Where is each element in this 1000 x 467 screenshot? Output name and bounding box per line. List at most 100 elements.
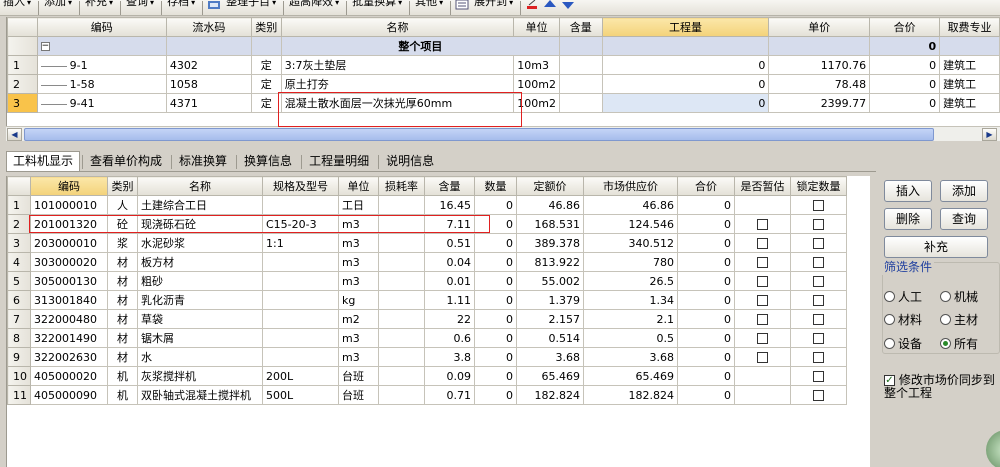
top-header-unit[interactable]: 单位 — [513, 17, 560, 37]
supplement-button[interactable]: 补充 — [884, 236, 988, 258]
row-number[interactable]: 3 — [7, 233, 31, 253]
total-cell[interactable]: 0 — [677, 271, 735, 291]
bottom-header-quota[interactable]: 定额价 — [516, 176, 584, 196]
qty-cell[interactable]: 0 — [474, 309, 517, 329]
code-cell[interactable]: 313001840 — [30, 290, 108, 310]
row-number[interactable]: 2 — [7, 74, 38, 94]
type-cell[interactable]: 机 — [107, 366, 138, 386]
qty-cell[interactable]: 0 — [474, 195, 517, 215]
quota-price-cell[interactable]: 1.379 — [516, 290, 584, 310]
total-cell[interactable]: 0 — [677, 347, 735, 367]
table-row[interactable]: 5 305000130 材粗砂 m3 0.01 0 55.002 26.5 0 — [7, 271, 847, 291]
toolbar-item-7[interactable]: 批量换算 ▾ — [349, 0, 407, 15]
top-table-row[interactable]: 2 1-58 1058 定原土打夯 100m2 0 78.48 0 建筑工 — [7, 74, 1000, 94]
name-cell[interactable]: 水泥砂浆 — [137, 233, 263, 253]
row-number[interactable]: 8 — [7, 328, 31, 348]
price-cell[interactable]: 1170.76 — [768, 55, 871, 75]
estimate-cell[interactable] — [734, 271, 791, 291]
scroll-right-icon[interactable]: ▶ — [982, 128, 997, 141]
collapse-toggle-icon[interactable]: − — [40, 42, 50, 51]
estimate-cell[interactable] — [734, 233, 791, 253]
bottom-header-name[interactable]: 名称 — [137, 176, 263, 196]
estimate-cell[interactable] — [734, 195, 791, 215]
qty-cell[interactable]: 0 — [474, 290, 517, 310]
sync-checkbox[interactable]: ✓ — [884, 375, 895, 386]
tab-1[interactable]: 查看单价构成 — [83, 151, 169, 171]
content-cell[interactable]: 16.45 — [424, 195, 475, 215]
delete-button[interactable]: 删除 — [884, 208, 932, 230]
content-cell[interactable] — [558, 74, 603, 94]
radio-icon[interactable] — [884, 338, 895, 349]
row-number[interactable]: 9 — [7, 347, 31, 367]
table-row[interactable]: 8 322001490 材锯木屑 m3 0.6 0 0.514 0.5 0 — [7, 328, 847, 348]
row-number[interactable]: 10 — [7, 366, 31, 386]
content-cell[interactable]: 0.09 — [424, 366, 475, 386]
quota-price-cell[interactable]: 168.531 — [516, 214, 584, 234]
loss-cell[interactable] — [378, 271, 425, 291]
unit-cell[interactable]: 台班 — [338, 366, 379, 386]
top-header-content[interactable]: 含量 — [558, 17, 603, 37]
total-cell[interactable]: 0 — [677, 214, 735, 234]
code-cell[interactable]: 9-41 — [36, 93, 167, 113]
price-cell[interactable]: 2399.77 — [768, 93, 871, 113]
unit-cell[interactable]: 工日 — [338, 195, 379, 215]
toolbar-item-4[interactable]: 存档 ▾ — [164, 0, 200, 15]
scroll-left-icon[interactable]: ◀ — [7, 128, 22, 141]
loss-cell[interactable] — [378, 328, 425, 348]
table-row[interactable]: 10 405000020 机灰浆搅拌机 200L 台班 0.09 0 65.469 65.469… — [7, 366, 847, 386]
estimate-cell[interactable] — [734, 290, 791, 310]
name-cell[interactable]: 乳化沥青 — [137, 290, 263, 310]
spec-cell[interactable]: 1:1 — [262, 233, 339, 253]
total-cell[interactable]: 0 — [869, 74, 941, 94]
tab-4[interactable]: 工程量明细 — [302, 151, 376, 171]
type-cell[interactable]: 定 — [250, 55, 282, 75]
spec-cell[interactable] — [262, 271, 339, 291]
type-cell[interactable]: 机 — [107, 385, 138, 405]
code-cell[interactable]: 322002630 — [30, 347, 108, 367]
code-cell[interactable]: 405000090 — [30, 385, 108, 405]
table-row[interactable]: 6 313001840 材乳化沥青 kg 1.11 0 1.379 1.34 0 — [7, 290, 847, 310]
arrow-up-icon[interactable] — [543, 0, 557, 10]
estimate-cell[interactable] — [734, 366, 791, 386]
type-cell[interactable]: 材 — [107, 328, 138, 348]
total-cell[interactable]: 0 — [677, 290, 735, 310]
toolbar-item-8[interactable]: 其他 ▾ — [412, 0, 448, 15]
filter-radio-5[interactable]: 所有 — [940, 335, 978, 352]
bottom-header-qty[interactable]: 数量 — [474, 176, 517, 196]
type-cell[interactable]: 材 — [107, 290, 138, 310]
bottom-header-loss[interactable]: 损耗率 — [378, 176, 425, 196]
lock-cell[interactable] — [790, 385, 847, 405]
unit-cell[interactable]: m3 — [338, 252, 379, 272]
organize-icon[interactable] — [207, 0, 221, 10]
lock-cell[interactable] — [790, 309, 847, 329]
serial-cell[interactable]: 4302 — [165, 55, 252, 75]
filter-radio-0[interactable]: 人工 — [884, 288, 922, 305]
top-header-code[interactable]: 编码 — [36, 17, 167, 37]
lock-cell[interactable] — [790, 366, 847, 386]
content-cell[interactable]: 22 — [424, 309, 475, 329]
total-cell[interactable]: 0 — [677, 385, 735, 405]
total-cell[interactable]: 0 — [869, 93, 941, 113]
scroll-thumb[interactable] — [24, 128, 934, 141]
content-cell[interactable]: 0.04 — [424, 252, 475, 272]
name-cell[interactable]: 板方材 — [137, 252, 263, 272]
fee-cell[interactable]: 建筑工 — [939, 74, 1000, 94]
lock-cell[interactable] — [790, 271, 847, 291]
query-button[interactable]: 查询 — [940, 208, 988, 230]
tab-0[interactable]: 工料机显示 — [6, 151, 81, 172]
estimate-cell[interactable] — [734, 385, 791, 405]
estimate-checkbox[interactable] — [757, 314, 768, 325]
lock-cell[interactable] — [790, 214, 847, 234]
bottom-header-type[interactable]: 类别 — [107, 176, 138, 196]
unit-cell[interactable]: m2 — [338, 309, 379, 329]
type-cell[interactable]: 材 — [107, 271, 138, 291]
market-price-cell[interactable]: 340.512 — [583, 233, 678, 253]
total-cell[interactable]: 0 — [677, 328, 735, 348]
lock-checkbox[interactable] — [813, 200, 824, 211]
market-price-cell[interactable]: 0.5 — [583, 328, 678, 348]
row-number[interactable]: 1 — [7, 55, 38, 75]
estimate-cell[interactable] — [734, 347, 791, 367]
lock-checkbox[interactable] — [813, 371, 824, 382]
estimate-checkbox[interactable] — [757, 257, 768, 268]
loss-cell[interactable] — [378, 385, 425, 405]
